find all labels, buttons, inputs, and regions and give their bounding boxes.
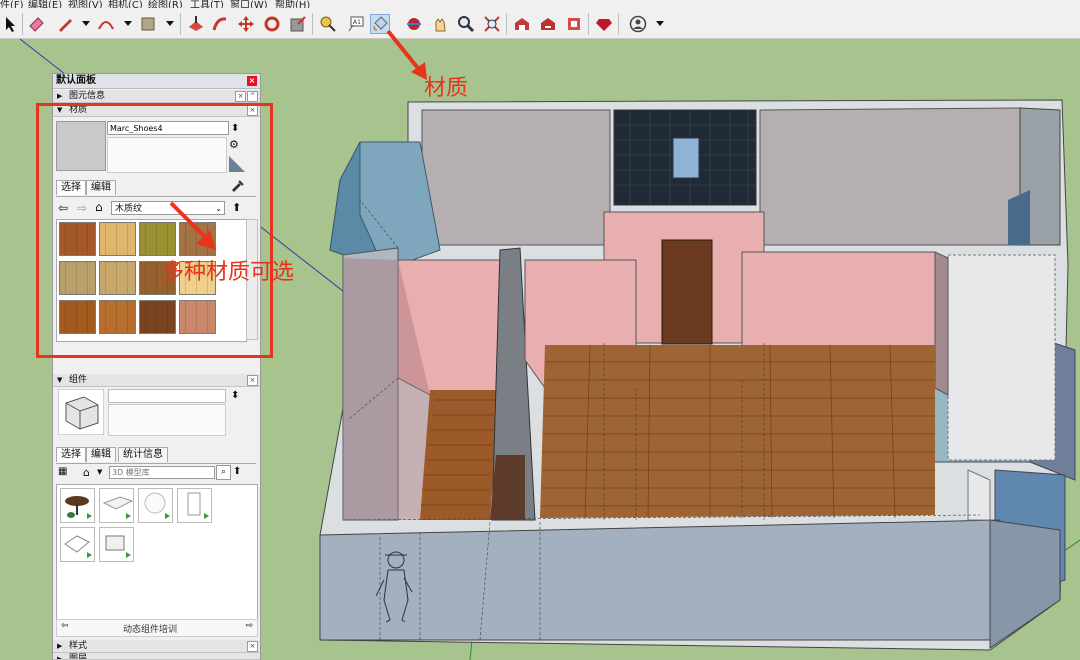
menu-tools[interactable]: 工具(T): [190, 0, 224, 8]
entity-info-header[interactable]: ▶ 图元信息 × ^: [53, 90, 260, 103]
expand-arrow-icon: ▶: [57, 642, 63, 650]
zoom-extents-icon[interactable]: [482, 14, 502, 34]
menu-file[interactable]: 件(F): [0, 0, 24, 8]
view-options-icon[interactable]: ▦: [58, 466, 67, 477]
materials-highlight-box: [36, 103, 273, 358]
close-icon[interactable]: ×: [247, 76, 257, 86]
component-search-input[interactable]: [109, 466, 215, 479]
menu-help[interactable]: 帮助(H): [275, 0, 310, 8]
collapse-arrow-icon: ▼: [57, 376, 63, 384]
tab-statistics[interactable]: 统计信息: [118, 447, 168, 462]
rotate-icon[interactable]: [262, 14, 282, 34]
component-item-window[interactable]: [99, 527, 134, 562]
layers-header[interactable]: ▶ 图层: [53, 653, 260, 660]
tab-edit[interactable]: 编辑: [86, 447, 116, 462]
menu-camera[interactable]: 相机(C): [108, 0, 143, 8]
text-icon[interactable]: A1: [346, 14, 366, 34]
component-item-shelf[interactable]: [99, 488, 134, 523]
component-description-field[interactable]: [108, 404, 226, 436]
component-grid: [56, 484, 258, 621]
move-icon[interactable]: [236, 14, 256, 34]
collapse-icon[interactable]: ^: [247, 91, 258, 102]
chevron-down-icon[interactable]: [160, 14, 180, 34]
components-tabs: 选择 编辑 统计信息: [56, 447, 256, 463]
component-item-round-table[interactable]: [138, 488, 173, 523]
panel-title: 默认面板 ×: [53, 74, 260, 89]
push-pull-icon[interactable]: [186, 14, 206, 34]
rectangle-icon[interactable]: [138, 14, 158, 34]
select-arrow-icon[interactable]: [0, 14, 20, 34]
component-item-table[interactable]: [60, 488, 95, 523]
svg-text:A1: A1: [353, 19, 361, 26]
dynamic-components-bar: ⇦ 动态组件培训 ⇨: [56, 619, 258, 637]
back-arrow-icon[interactable]: ⇦: [61, 621, 69, 631]
forward-arrow-icon[interactable]: ⇨: [245, 621, 253, 631]
chevron-down-icon[interactable]: [118, 14, 138, 34]
styles-header[interactable]: ▶ 样式 ×: [53, 640, 260, 653]
chevron-down-icon[interactable]: [650, 14, 670, 34]
menu-view[interactable]: 视图(V): [68, 0, 103, 8]
account-icon[interactable]: [628, 14, 648, 34]
eraser-icon[interactable]: [26, 14, 46, 34]
menu-window[interactable]: 窗口(W): [230, 0, 268, 8]
chevron-down-icon[interactable]: [76, 14, 96, 34]
close-section-icon[interactable]: ×: [235, 91, 246, 102]
close-section-icon[interactable]: ×: [247, 375, 258, 386]
pencil-icon[interactable]: [55, 14, 75, 34]
chevron-down-icon[interactable]: ▼: [97, 468, 102, 476]
scale-icon[interactable]: [288, 14, 308, 34]
dynamic-training-link[interactable]: 动态组件培训: [123, 622, 177, 635]
tape-measure-icon[interactable]: [318, 14, 338, 34]
expand-arrow-icon: ▶: [57, 655, 63, 660]
menu-draw[interactable]: 绘图(R): [148, 0, 183, 8]
warehouse-icon[interactable]: [512, 14, 532, 34]
tab-select[interactable]: 选择: [56, 447, 86, 462]
materials-choice-annotation: 多种材质可选: [162, 260, 295, 285]
component-name-field[interactable]: [108, 389, 226, 403]
zoom-icon[interactable]: [456, 14, 476, 34]
extension-warehouse-icon[interactable]: [564, 14, 584, 34]
display-secondary-icon[interactable]: ⬍: [231, 390, 239, 401]
search-icon[interactable]: ⌕: [216, 465, 231, 480]
arrow-to-swatches-icon: [169, 201, 216, 250]
close-section-icon[interactable]: ×: [247, 641, 258, 652]
share-model-icon[interactable]: [538, 14, 558, 34]
expand-arrow-icon: ▶: [57, 92, 63, 100]
component-item-frame[interactable]: [60, 527, 95, 562]
home-icon[interactable]: ⌂: [83, 466, 90, 479]
menu-edit[interactable]: 编辑(E): [28, 0, 62, 8]
main-toolbar: A1: [0, 8, 1080, 39]
material-annotation: 材质: [424, 76, 469, 101]
components-header[interactable]: ▼ 组件 ×: [53, 374, 260, 387]
ruby-console-icon[interactable]: [594, 14, 614, 34]
details-arrow-icon[interactable]: ⬆: [233, 466, 241, 477]
menu-bar: 件(F) 编辑(E) 视图(V) 相机(C) 绘图(R) 工具(T) 窗口(W)…: [0, 0, 1080, 8]
component-item-door[interactable]: [177, 488, 212, 523]
arc-icon[interactable]: [96, 14, 116, 34]
component-preview-icon[interactable]: [58, 389, 104, 435]
follow-me-icon[interactable]: [210, 14, 230, 34]
